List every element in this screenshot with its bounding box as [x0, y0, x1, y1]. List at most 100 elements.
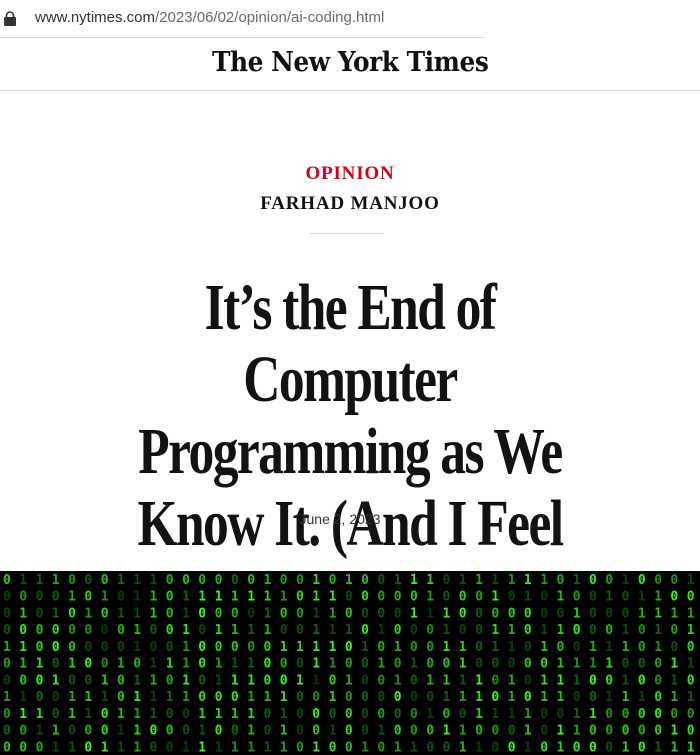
svg-text:1: 1: [68, 707, 76, 722]
svg-text:1: 1: [426, 590, 434, 605]
svg-text:1: 1: [231, 740, 239, 755]
svg-text:0: 0: [3, 607, 11, 622]
svg-text:0: 0: [459, 590, 467, 605]
svg-text:0: 0: [377, 607, 385, 622]
svg-text:0: 0: [605, 607, 613, 622]
svg-text:1: 1: [68, 690, 76, 705]
svg-text:0: 0: [443, 657, 451, 672]
svg-text:0: 0: [345, 640, 353, 655]
svg-text:1: 1: [52, 607, 60, 622]
svg-text:0: 0: [670, 640, 678, 655]
svg-text:1: 1: [329, 590, 337, 605]
svg-text:1: 1: [117, 707, 125, 722]
svg-text:1: 1: [573, 707, 581, 722]
svg-text:1: 1: [508, 623, 516, 638]
svg-text:0: 0: [84, 657, 92, 672]
svg-text:1: 1: [150, 673, 158, 688]
svg-text:0: 0: [117, 690, 125, 705]
svg-text:0: 0: [166, 740, 174, 755]
svg-text:1: 1: [443, 640, 451, 655]
svg-text:0: 0: [3, 740, 11, 755]
svg-text:1: 1: [133, 623, 141, 638]
svg-text:0: 0: [215, 690, 223, 705]
svg-text:0: 0: [589, 607, 597, 622]
svg-text:1: 1: [3, 640, 11, 655]
svg-text:1: 1: [231, 707, 239, 722]
svg-text:1: 1: [426, 573, 434, 588]
svg-text:1: 1: [377, 724, 385, 739]
svg-text:0: 0: [215, 724, 223, 739]
svg-text:1: 1: [573, 724, 581, 739]
svg-text:0: 0: [377, 740, 385, 755]
svg-text:1: 1: [638, 690, 646, 705]
svg-text:0: 0: [345, 590, 353, 605]
svg-text:0: 0: [426, 724, 434, 739]
svg-text:1: 1: [166, 690, 174, 705]
svg-text:1: 1: [459, 673, 467, 688]
svg-text:1: 1: [329, 690, 337, 705]
svg-text:1: 1: [557, 673, 565, 688]
svg-text:0: 0: [524, 623, 532, 638]
svg-text:1: 1: [117, 573, 125, 588]
svg-text:0: 0: [394, 607, 402, 622]
svg-text:0: 0: [101, 607, 109, 622]
svg-text:0: 0: [508, 590, 516, 605]
svg-text:1: 1: [19, 607, 27, 622]
svg-text:1: 1: [247, 690, 255, 705]
svg-text:1: 1: [133, 607, 141, 622]
svg-text:1: 1: [475, 573, 483, 588]
svg-text:0: 0: [231, 573, 239, 588]
browser-address-bar[interactable]: www.nytimes.com/2023/06/02/opinion/ai-co…: [0, 0, 700, 36]
nyt-logo[interactable]: The New York Times: [212, 47, 489, 78]
svg-text:1: 1: [312, 623, 320, 638]
svg-text:1: 1: [280, 740, 288, 755]
svg-text:0: 0: [638, 740, 646, 755]
svg-text:0: 0: [524, 657, 532, 672]
svg-text:0: 0: [117, 590, 125, 605]
svg-text:0: 0: [101, 657, 109, 672]
svg-text:1: 1: [3, 690, 11, 705]
url-text[interactable]: www.nytimes.com/2023/06/02/opinion/ai-co…: [35, 9, 384, 26]
svg-text:1: 1: [410, 740, 418, 755]
svg-text:0: 0: [426, 740, 434, 755]
svg-text:1: 1: [247, 657, 255, 672]
svg-text:1: 1: [312, 740, 320, 755]
svg-text:1: 1: [345, 673, 353, 688]
svg-text:1: 1: [459, 573, 467, 588]
svg-text:1: 1: [491, 707, 499, 722]
section-label[interactable]: OPINION: [0, 163, 700, 185]
svg-text:0: 0: [280, 623, 288, 638]
svg-text:1: 1: [150, 657, 158, 672]
svg-text:0: 0: [377, 573, 385, 588]
svg-text:0: 0: [296, 707, 304, 722]
svg-text:0: 0: [101, 573, 109, 588]
svg-text:0: 0: [670, 590, 678, 605]
svg-text:1: 1: [329, 623, 337, 638]
svg-text:1: 1: [475, 707, 483, 722]
svg-text:1: 1: [557, 657, 565, 672]
svg-text:1: 1: [361, 640, 369, 655]
svg-text:0: 0: [361, 590, 369, 605]
svg-text:1: 1: [312, 590, 320, 605]
svg-text:0: 0: [540, 607, 548, 622]
binary-matrix-image: 0111000111000000100101001110111111010010…: [3, 573, 695, 755]
svg-text:0: 0: [52, 707, 60, 722]
svg-text:1: 1: [215, 623, 223, 638]
svg-text:1: 1: [84, 707, 92, 722]
svg-text:1: 1: [19, 690, 27, 705]
svg-text:0: 0: [524, 640, 532, 655]
svg-text:0: 0: [459, 623, 467, 638]
svg-text:0: 0: [52, 690, 60, 705]
svg-text:0: 0: [3, 573, 11, 588]
svg-text:0: 0: [264, 673, 272, 688]
svg-text:1: 1: [19, 707, 27, 722]
author-byline[interactable]: FARHAD MANJOO: [0, 193, 700, 215]
svg-text:0: 0: [68, 623, 76, 638]
svg-text:0: 0: [36, 607, 44, 622]
svg-text:0: 0: [361, 690, 369, 705]
svg-text:1: 1: [133, 690, 141, 705]
svg-text:1: 1: [133, 724, 141, 739]
svg-text:1: 1: [280, 640, 288, 655]
svg-text:0: 0: [394, 590, 402, 605]
svg-text:0: 0: [52, 640, 60, 655]
